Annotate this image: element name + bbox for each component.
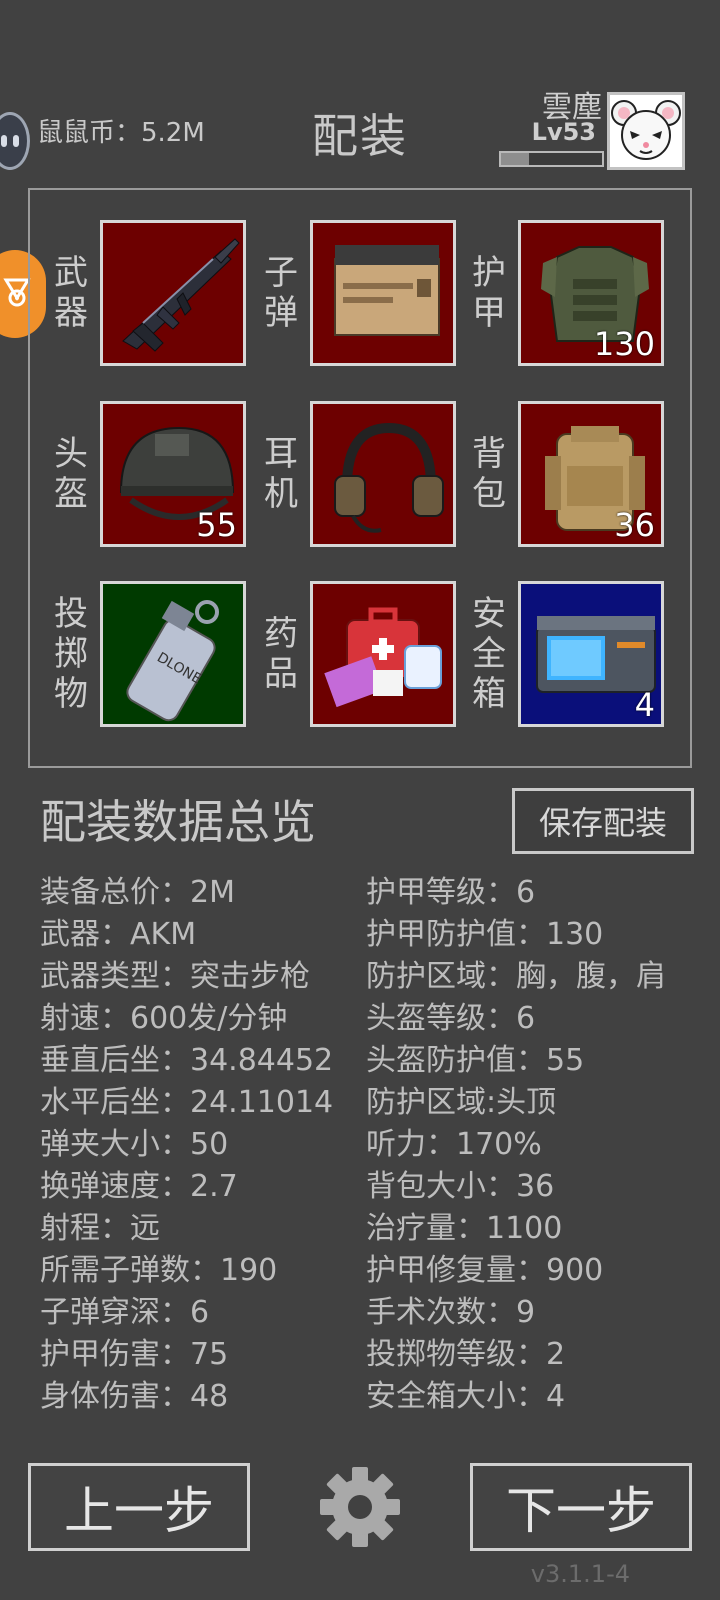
version-label: v3.1.1-4 — [530, 1560, 630, 1588]
stat-line: 换弹速度：2.7 — [40, 1169, 238, 1204]
gear-icon — [320, 1467, 400, 1547]
stat-line: 武器：AKM — [40, 917, 197, 952]
equipment-slot[interactable]: 4 — [518, 581, 664, 727]
summary-title: 配装数据总览 — [40, 795, 316, 849]
slot-label: 投掷物 — [54, 594, 88, 714]
equipment-slot[interactable]: 55 — [100, 401, 246, 547]
slot-label: 背包 — [472, 434, 506, 514]
ammo-box-icon — [334, 245, 440, 336]
rifle-icon — [122, 238, 240, 352]
stat-line: 身体伤害：48 — [40, 1379, 229, 1414]
mouse-avatar-icon — [611, 100, 681, 160]
slot-label: 安全箱 — [472, 594, 506, 714]
stat-line: 武器类型：突击步枪 — [40, 959, 310, 994]
stat-line: 防护区域：胸，腹，肩 — [366, 959, 666, 994]
stat-line: 投掷物等级：2 — [366, 1337, 566, 1372]
stat-line: 射程：远 — [40, 1211, 160, 1246]
equipment-slot[interactable] — [100, 220, 246, 366]
stat-line: 治疗量：1100 — [366, 1211, 563, 1246]
stat-line: 安全箱大小：4 — [366, 1379, 566, 1414]
equipment-slot[interactable]: DLONE — [100, 581, 246, 727]
stat-line: 背包大小：36 — [366, 1169, 555, 1204]
stat-line: 听力：170% — [366, 1127, 542, 1162]
equipment-slot[interactable] — [310, 401, 456, 547]
grenade-icon: DLONE — [126, 600, 219, 722]
settings-button[interactable] — [318, 1465, 402, 1553]
stat-line: 防护区域:头顶 — [366, 1085, 557, 1120]
equipment-slot[interactable] — [310, 220, 456, 366]
xp-progress-bar — [499, 151, 604, 167]
stat-line: 装备总价：2M — [40, 875, 235, 910]
save-loadout-button[interactable]: 保存配装 — [512, 788, 694, 854]
headset-icon — [334, 422, 444, 533]
previous-step-button[interactable]: 上一步 — [28, 1463, 250, 1551]
weapon-stats-list: 装备总价：2M 武器：AKM 武器类型：突击步枪 射速：600发/分钟 垂直后坐… — [40, 872, 333, 1418]
slot-label: 药品 — [264, 614, 298, 694]
avatar[interactable] — [607, 92, 685, 170]
slot-label: 子弹 — [264, 253, 298, 333]
stat-line: 护甲修复量：900 — [366, 1253, 604, 1288]
stat-line: 子弹穿深：6 — [40, 1295, 210, 1330]
stat-line: 垂直后坐：34.84452 — [40, 1043, 334, 1078]
stat-line: 护甲等级：6 — [366, 875, 536, 910]
slot-label: 护甲 — [472, 253, 506, 333]
stat-line: 弹夹大小：50 — [40, 1127, 229, 1162]
stat-line: 手术次数：9 — [366, 1295, 536, 1330]
slot-label: 耳机 — [264, 434, 298, 514]
slot-label: 头盔 — [54, 434, 88, 514]
stat-line: 护甲防护值：130 — [366, 917, 604, 952]
stat-line: 护甲伤害：75 — [40, 1337, 229, 1372]
player-level: Lv53 — [531, 118, 596, 146]
slot-count: 55 — [196, 506, 237, 544]
equipment-slot[interactable] — [310, 581, 456, 727]
medkit-icon — [324, 607, 442, 708]
stat-line: 头盔等级：6 — [366, 1001, 536, 1036]
stat-line: 水平后坐：24.11014 — [40, 1085, 334, 1120]
slot-count: 4 — [634, 686, 655, 724]
next-step-button[interactable]: 下一步 — [470, 1463, 692, 1551]
gear-stats-list: 护甲等级：6 护甲防护值：130 防护区域：胸，腹，肩 头盔等级：6 头盔防护值… — [366, 872, 666, 1418]
equipment-slot[interactable]: 36 — [518, 401, 664, 547]
stat-line: 所需子弹数：190 — [40, 1253, 278, 1288]
stat-line: 射速：600发/分钟 — [40, 1001, 288, 1036]
stat-line: 头盔防护值：55 — [366, 1043, 585, 1078]
slot-count: 36 — [614, 506, 655, 544]
slot-count: 130 — [593, 325, 655, 363]
equipment-slot[interactable]: 130 — [518, 220, 664, 366]
slot-label: 武器 — [54, 253, 88, 333]
